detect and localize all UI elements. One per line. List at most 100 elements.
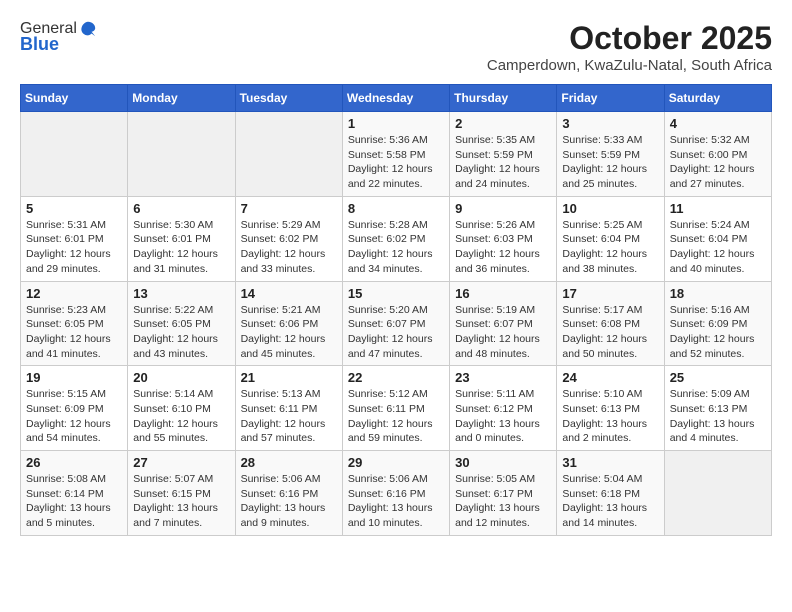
day-info: Sunrise: 5:11 AM Sunset: 6:12 PM Dayligh… xyxy=(455,387,551,446)
day-info: Sunrise: 5:31 AM Sunset: 6:01 PM Dayligh… xyxy=(26,218,122,277)
calendar-cell: 11 Sunrise: 5:24 AM Sunset: 6:04 PM Dayli… xyxy=(664,196,771,281)
calendar-cell: 4 Sunrise: 5:32 AM Sunset: 6:00 PM Daylig… xyxy=(664,112,771,197)
column-header-friday: Friday xyxy=(557,85,664,112)
calendar-cell: 15 Sunrise: 5:20 AM Sunset: 6:07 PM Dayli… xyxy=(342,281,449,366)
day-info: Sunrise: 5:26 AM Sunset: 6:03 PM Dayligh… xyxy=(455,218,551,277)
day-info: Sunrise: 5:23 AM Sunset: 6:05 PM Dayligh… xyxy=(26,303,122,362)
calendar-week-row: 1Sunrise: 5:36 AM Sunset: 5:58 PM Daylig… xyxy=(21,112,772,197)
calendar-week-row: 19Sunrise: 5:15 AM Sunset: 6:09 PM Dayli… xyxy=(21,366,772,451)
calendar-cell: 10 Sunrise: 5:25 AM Sunset: 6:04 PM Dayli… xyxy=(557,196,664,281)
day-number: 16 xyxy=(455,286,551,301)
day-number: 22 xyxy=(348,370,444,385)
day-number: 9 xyxy=(455,201,551,216)
calendar-cell: 21 Sunrise: 5:13 AM Sunset: 6:11 PM Dayli… xyxy=(235,366,342,451)
day-info: Sunrise: 5:05 AM Sunset: 6:17 PM Dayligh… xyxy=(455,472,551,531)
page-header: General Blue October 2025 Camperdown, Kw… xyxy=(20,20,772,74)
day-number: 26 xyxy=(26,455,122,470)
day-number: 23 xyxy=(455,370,551,385)
calendar-cell: 7 Sunrise: 5:29 AM Sunset: 6:02 PM Daylig… xyxy=(235,196,342,281)
day-info: Sunrise: 5:14 AM Sunset: 6:10 PM Dayligh… xyxy=(133,387,229,446)
day-number: 2 xyxy=(455,116,551,131)
day-info: Sunrise: 5:12 AM Sunset: 6:11 PM Dayligh… xyxy=(348,387,444,446)
calendar-header-row: SundayMondayTuesdayWednesdayThursdayFrid… xyxy=(21,85,772,112)
day-info: Sunrise: 5:20 AM Sunset: 6:07 PM Dayligh… xyxy=(348,303,444,362)
day-number: 18 xyxy=(670,286,766,301)
calendar-cell xyxy=(235,112,342,197)
day-number: 13 xyxy=(133,286,229,301)
day-number: 10 xyxy=(562,201,658,216)
day-number: 4 xyxy=(670,116,766,131)
day-number: 25 xyxy=(670,370,766,385)
calendar-cell: 23 Sunrise: 5:11 AM Sunset: 6:12 PM Dayli… xyxy=(450,366,557,451)
day-info: Sunrise: 5:13 AM Sunset: 6:11 PM Dayligh… xyxy=(241,387,337,446)
calendar-cell: 31 Sunrise: 5:04 AM Sunset: 6:18 PM Dayli… xyxy=(557,451,664,536)
calendar-cell: 3 Sunrise: 5:33 AM Sunset: 5:59 PM Daylig… xyxy=(557,112,664,197)
calendar-cell: 17Sunrise: 5:17 AM Sunset: 6:08 PM Dayli… xyxy=(557,281,664,366)
day-info: Sunrise: 5:32 AM Sunset: 6:00 PM Dayligh… xyxy=(670,133,766,192)
column-header-thursday: Thursday xyxy=(450,85,557,112)
logo: General Blue xyxy=(20,20,97,55)
calendar-cell: 29 Sunrise: 5:06 AM Sunset: 6:16 PM Dayli… xyxy=(342,451,449,536)
day-info: Sunrise: 5:06 AM Sunset: 6:16 PM Dayligh… xyxy=(241,472,337,531)
calendar-cell: 27 Sunrise: 5:07 AM Sunset: 6:15 PM Dayli… xyxy=(128,451,235,536)
day-info: Sunrise: 5:10 AM Sunset: 6:13 PM Dayligh… xyxy=(562,387,658,446)
day-info: Sunrise: 5:24 AM Sunset: 6:04 PM Dayligh… xyxy=(670,218,766,277)
calendar-cell xyxy=(128,112,235,197)
calendar-week-row: 12Sunrise: 5:23 AM Sunset: 6:05 PM Dayli… xyxy=(21,281,772,366)
day-number: 29 xyxy=(348,455,444,470)
calendar-cell: 30Sunrise: 5:05 AM Sunset: 6:17 PM Dayli… xyxy=(450,451,557,536)
day-info: Sunrise: 5:04 AM Sunset: 6:18 PM Dayligh… xyxy=(562,472,658,531)
column-header-tuesday: Tuesday xyxy=(235,85,342,112)
day-info: Sunrise: 5:07 AM Sunset: 6:15 PM Dayligh… xyxy=(133,472,229,531)
day-number: 20 xyxy=(133,370,229,385)
calendar-week-row: 5 Sunrise: 5:31 AM Sunset: 6:01 PM Daylig… xyxy=(21,196,772,281)
day-number: 14 xyxy=(241,286,337,301)
calendar-week-row: 26 Sunrise: 5:08 AM Sunset: 6:14 PM Dayli… xyxy=(21,451,772,536)
day-number: 15 xyxy=(348,286,444,301)
column-header-monday: Monday xyxy=(128,85,235,112)
calendar-cell: 24 Sunrise: 5:10 AM Sunset: 6:13 PM Dayli… xyxy=(557,366,664,451)
day-info: Sunrise: 5:17 AM Sunset: 6:08 PM Dayligh… xyxy=(562,303,658,362)
month-title: October 2025 xyxy=(487,20,772,57)
logo-bird-icon xyxy=(79,20,97,38)
day-number: 21 xyxy=(241,370,337,385)
day-number: 5 xyxy=(26,201,122,216)
calendar-cell: 18 Sunrise: 5:16 AM Sunset: 6:09 PM Dayli… xyxy=(664,281,771,366)
calendar-cell: 14Sunrise: 5:21 AM Sunset: 6:06 PM Dayli… xyxy=(235,281,342,366)
calendar-cell: 19Sunrise: 5:15 AM Sunset: 6:09 PM Dayli… xyxy=(21,366,128,451)
day-info: Sunrise: 5:33 AM Sunset: 5:59 PM Dayligh… xyxy=(562,133,658,192)
day-info: Sunrise: 5:25 AM Sunset: 6:04 PM Dayligh… xyxy=(562,218,658,277)
calendar-cell: 28Sunrise: 5:06 AM Sunset: 6:16 PM Dayli… xyxy=(235,451,342,536)
day-info: Sunrise: 5:06 AM Sunset: 6:16 PM Dayligh… xyxy=(348,472,444,531)
day-info: Sunrise: 5:08 AM Sunset: 6:14 PM Dayligh… xyxy=(26,472,122,531)
column-header-saturday: Saturday xyxy=(664,85,771,112)
calendar-cell xyxy=(664,451,771,536)
day-info: Sunrise: 5:29 AM Sunset: 6:02 PM Dayligh… xyxy=(241,218,337,277)
day-info: Sunrise: 5:15 AM Sunset: 6:09 PM Dayligh… xyxy=(26,387,122,446)
title-block: October 2025 Camperdown, KwaZulu-Natal, … xyxy=(487,20,772,74)
calendar-cell: 8Sunrise: 5:28 AM Sunset: 6:02 PM Daylig… xyxy=(342,196,449,281)
calendar-cell: 26 Sunrise: 5:08 AM Sunset: 6:14 PM Dayli… xyxy=(21,451,128,536)
day-number: 11 xyxy=(670,201,766,216)
calendar-cell: 6 Sunrise: 5:30 AM Sunset: 6:01 PM Daylig… xyxy=(128,196,235,281)
day-number: 31 xyxy=(562,455,658,470)
day-number: 3 xyxy=(562,116,658,131)
day-info: Sunrise: 5:22 AM Sunset: 6:05 PM Dayligh… xyxy=(133,303,229,362)
day-info: Sunrise: 5:16 AM Sunset: 6:09 PM Dayligh… xyxy=(670,303,766,362)
calendar-cell: 20 Sunrise: 5:14 AM Sunset: 6:10 PM Dayli… xyxy=(128,366,235,451)
calendar-cell xyxy=(21,112,128,197)
day-number: 6 xyxy=(133,201,229,216)
day-number: 24 xyxy=(562,370,658,385)
calendar-cell: 1Sunrise: 5:36 AM Sunset: 5:58 PM Daylig… xyxy=(342,112,449,197)
location-subtitle: Camperdown, KwaZulu-Natal, South Africa xyxy=(487,57,772,74)
day-info: Sunrise: 5:30 AM Sunset: 6:01 PM Dayligh… xyxy=(133,218,229,277)
day-number: 7 xyxy=(241,201,337,216)
calendar-cell: 22 Sunrise: 5:12 AM Sunset: 6:11 PM Dayli… xyxy=(342,366,449,451)
day-number: 27 xyxy=(133,455,229,470)
calendar-table: SundayMondayTuesdayWednesdayThursdayFrid… xyxy=(20,84,772,536)
day-info: Sunrise: 5:35 AM Sunset: 5:59 PM Dayligh… xyxy=(455,133,551,192)
calendar-cell: 2 Sunrise: 5:35 AM Sunset: 5:59 PM Daylig… xyxy=(450,112,557,197)
calendar-cell: 25Sunrise: 5:09 AM Sunset: 6:13 PM Dayli… xyxy=(664,366,771,451)
calendar-cell: 16Sunrise: 5:19 AM Sunset: 6:07 PM Dayli… xyxy=(450,281,557,366)
column-header-sunday: Sunday xyxy=(21,85,128,112)
